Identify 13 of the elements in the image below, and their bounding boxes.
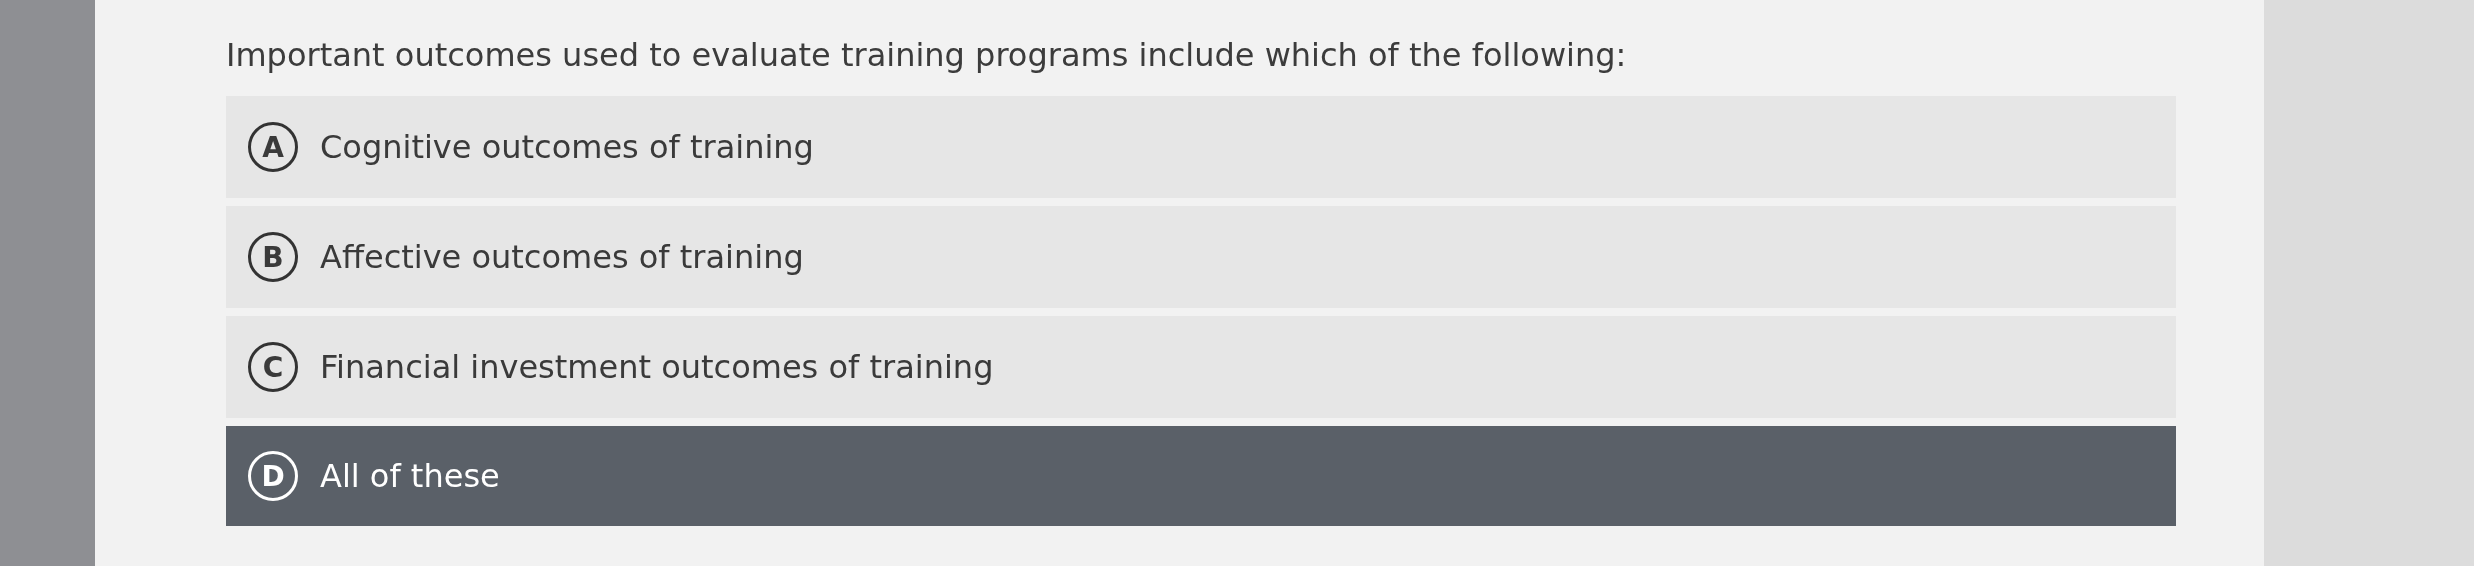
answer-option[interactable]: C Financial investment outcomes of training bbox=[226, 316, 2176, 418]
option-letter: D bbox=[248, 451, 298, 501]
answer-option[interactable]: A Cognitive outcomes of training bbox=[226, 96, 2176, 198]
option-text: Affective outcomes of training bbox=[320, 238, 804, 276]
option-text: Cognitive outcomes of training bbox=[320, 128, 814, 166]
option-letter: B bbox=[248, 232, 298, 282]
answer-option[interactable]: D All of these bbox=[226, 426, 2176, 526]
option-letter: A bbox=[248, 122, 298, 172]
option-text: All of these bbox=[320, 457, 500, 495]
option-letter: C bbox=[248, 342, 298, 392]
question-text: Important outcomes used to evaluate training programs include which of the following: bbox=[226, 36, 1628, 74]
answer-option[interactable]: B Affective outcomes of training bbox=[226, 206, 2176, 308]
option-text: Financial investment outcomes of training bbox=[320, 348, 994, 386]
